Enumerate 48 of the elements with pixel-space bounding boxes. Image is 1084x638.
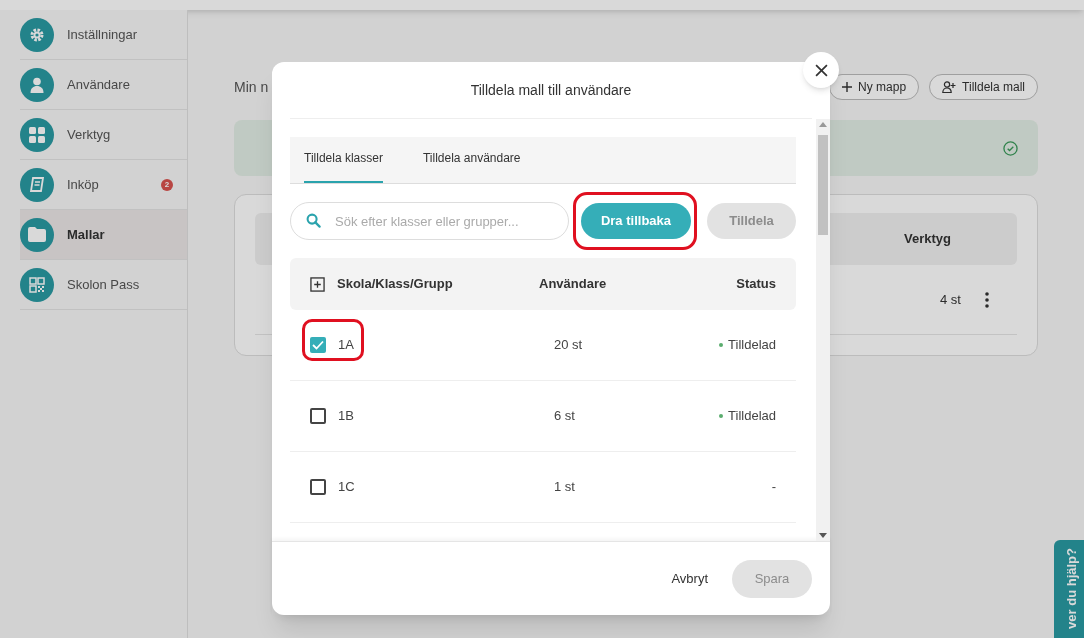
table-cell-text: Tilldelad <box>728 407 776 426</box>
table-cell-text: 1C <box>338 478 355 497</box>
person-icon <box>30 76 44 93</box>
scrollbar[interactable] <box>816 119 830 541</box>
column-header: Användare <box>539 275 608 294</box>
table-cell-text: Tilldelad <box>728 336 776 355</box>
page-heading: Min n <box>234 77 269 97</box>
cancel-button[interactable]: Avbryt <box>671 568 708 589</box>
sidebar-item[interactable]: Skolon Pass <box>20 260 187 310</box>
plus-icon <box>842 82 853 92</box>
add-user-icon <box>942 81 957 93</box>
expand-icon[interactable] <box>310 276 325 292</box>
notification-badge: 2 <box>161 178 173 191</box>
table-cell-text: 1B <box>338 407 354 426</box>
checkbox[interactable] <box>310 337 326 353</box>
book-icon <box>29 176 45 193</box>
column-header: Skola/Klass/Grupp <box>337 275 454 294</box>
close-button[interactable] <box>803 52 839 88</box>
sidebar-item[interactable]: Inställningar <box>20 10 187 60</box>
qr-code-icon <box>29 276 45 293</box>
table-cell-text: 4 st <box>940 290 961 309</box>
search-icon <box>306 213 321 228</box>
dialog-title: Tilldela mall till användare <box>470 80 632 100</box>
more-icon[interactable] <box>985 291 989 308</box>
grid-icon <box>29 126 45 143</box>
table-cell-text: 1A <box>338 336 354 355</box>
gear-icon <box>29 26 45 43</box>
table-cell-text: 1 st <box>554 478 576 497</box>
sidebar-item[interactable]: Verktyg <box>20 110 187 160</box>
scroll-down-icon[interactable] <box>819 533 827 539</box>
table-cell-text: 20 st <box>554 336 584 355</box>
scrollbar-thumb[interactable] <box>818 135 828 235</box>
folder-icon <box>28 227 46 242</box>
column-header: Status <box>735 275 776 294</box>
sidebar-item[interactable]: Mallar <box>20 210 187 260</box>
new-folder-button[interactable]: Ny mapp <box>829 74 920 100</box>
assign-template-button[interactable]: Tilldela mall <box>929 74 1038 100</box>
column-header: Verktyg <box>904 230 951 249</box>
table-cell-text: 6 st <box>554 407 576 426</box>
sidebar-item[interactable]: Användare <box>20 60 187 110</box>
table-cell-text: - <box>771 478 776 497</box>
check-circle-icon <box>1003 140 1018 156</box>
checkbox[interactable] <box>310 479 326 495</box>
tab[interactable]: Tilldela användare <box>422 149 521 183</box>
close-icon <box>814 63 828 77</box>
checkbox[interactable] <box>310 408 326 424</box>
search-field[interactable]: Sök efter klasser eller grupper... <box>290 202 569 240</box>
tab[interactable]: Tilldela klasser <box>304 149 383 183</box>
